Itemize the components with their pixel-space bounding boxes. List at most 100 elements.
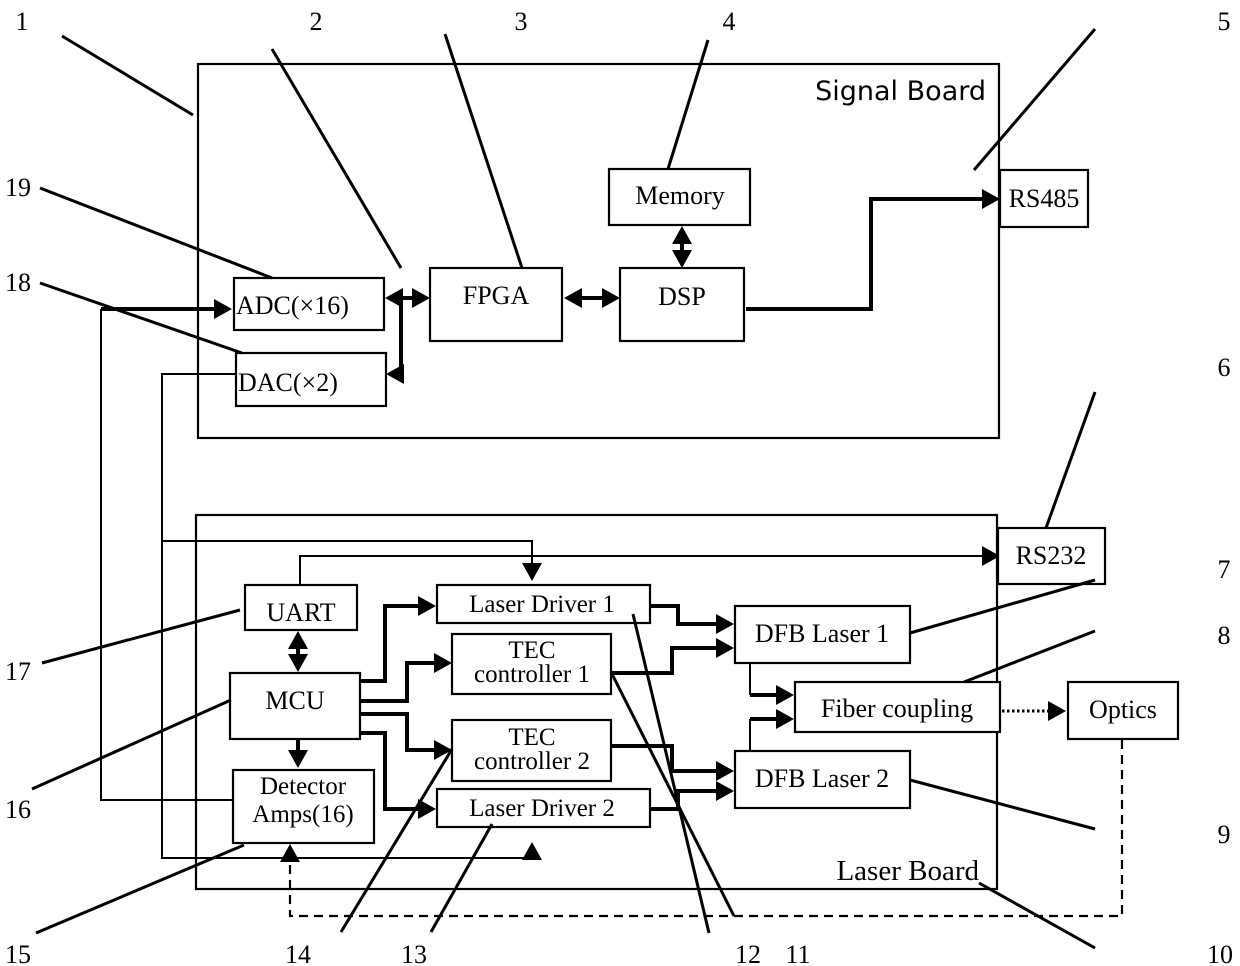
- laser-driver-2-block[interactable]: Laser Driver 2: [435, 787, 652, 829]
- rs232-block[interactable]: RS232: [996, 526, 1107, 586]
- arrowhead: [716, 638, 734, 658]
- rs485-block[interactable]: RS485: [998, 168, 1090, 229]
- callout-8: 8: [1218, 621, 1231, 650]
- callout-1: 1: [16, 7, 29, 36]
- optics-block[interactable]: Optics: [1066, 680, 1180, 741]
- arrowhead: [776, 685, 794, 705]
- mcu-to-laser-driver-1-wire: [360, 604, 420, 683]
- tec-2-to-dfb-2-wire: [608, 744, 718, 773]
- laser-driver-2-to-dfb-2-wire: [650, 789, 718, 811]
- fiber-coupling-block[interactable]: Fiber coupling: [793, 680, 1002, 734]
- callout-11: 11: [785, 940, 810, 966]
- dfb-laser-1-block[interactable]: DFB Laser 1: [733, 604, 912, 665]
- dsp-block[interactable]: DSP: [618, 266, 746, 343]
- callout-12: 12: [735, 940, 761, 966]
- memory-label: Memory: [635, 181, 725, 210]
- callout-5: 5: [1218, 7, 1231, 36]
- callout-4: 4: [723, 7, 736, 36]
- tec-2-label-line2: controller 2: [474, 748, 590, 775]
- uart-label: UART: [266, 598, 335, 627]
- uart-block[interactable]: UART: [243, 583, 359, 632]
- laser-driver-2-label: Laser Driver 2: [469, 795, 615, 822]
- callout-10: 10: [1207, 940, 1233, 966]
- callout-13: 13: [401, 940, 427, 966]
- arrowhead: [280, 844, 300, 862]
- arrowhead: [412, 288, 430, 308]
- callout-2: 2: [310, 7, 323, 36]
- callout-17: 17: [5, 657, 31, 686]
- signal-board-label: Signal Board: [815, 76, 986, 107]
- dsp-label: DSP: [658, 282, 706, 311]
- uart-to-rs232-wire: [299, 555, 984, 584]
- fpga-dac-bus: [392, 298, 403, 376]
- tec-1-label-line1: TEC: [508, 637, 555, 664]
- leader-18: [39, 281, 243, 355]
- laser-driver-1-to-dfb-1-wire: [650, 604, 718, 626]
- fpga-label: FPGA: [463, 281, 530, 310]
- memory-block[interactable]: Memory: [607, 167, 752, 227]
- callout-15: 15: [5, 940, 31, 966]
- arrowhead: [1048, 701, 1066, 721]
- arrowhead: [522, 563, 542, 581]
- callout-7: 7: [1218, 555, 1231, 584]
- optics-label: Optics: [1089, 695, 1157, 724]
- arrowhead: [672, 226, 692, 244]
- detector-label-line1: Detector: [260, 773, 347, 800]
- arrowhead: [385, 288, 403, 308]
- arrowhead: [602, 288, 620, 308]
- arrowhead: [672, 250, 692, 268]
- arrowhead: [564, 288, 582, 308]
- tec-controller-2-block[interactable]: TEC controller 2: [450, 718, 613, 783]
- rs485-label: RS485: [1009, 184, 1080, 213]
- arrowhead: [386, 364, 404, 384]
- callout-14: 14: [285, 940, 311, 966]
- arrowhead: [716, 614, 734, 634]
- dsp-to-rs485-wire: [746, 197, 984, 311]
- mcu-block[interactable]: MCU: [228, 671, 362, 741]
- tec-1-to-dfb-1-wire: [608, 646, 718, 675]
- callout-19: 19: [5, 173, 31, 202]
- leader-6: [1044, 391, 1097, 529]
- detector-amps-block[interactable]: Detector Amps(16): [231, 768, 376, 845]
- callout-16: 16: [5, 795, 31, 824]
- arrowhead: [522, 842, 542, 860]
- arrowhead: [288, 750, 308, 768]
- callout-3: 3: [515, 7, 528, 36]
- tec-1-label-line2: controller 1: [474, 661, 590, 688]
- laser-board-label: Laser Board: [836, 855, 979, 887]
- tec-2-label-line1: TEC: [508, 724, 555, 751]
- leader-2: [270, 48, 403, 269]
- detector-to-adc-wire: [100, 309, 233, 801]
- fpga-block[interactable]: FPGA: [428, 266, 564, 343]
- callout-9: 9: [1218, 820, 1231, 849]
- arrowhead: [214, 299, 232, 319]
- arrowhead: [982, 189, 1000, 209]
- laser-driver-1-block[interactable]: Laser Driver 1: [435, 583, 652, 625]
- mcu-label: MCU: [265, 686, 324, 715]
- leader-9: [909, 778, 1096, 831]
- arrowhead: [434, 740, 452, 760]
- fiber-coupling-label: Fiber coupling: [821, 694, 973, 723]
- leader-1: [61, 34, 194, 117]
- rs232-label: RS232: [1016, 541, 1087, 570]
- leader-4: [666, 39, 710, 170]
- arrowhead: [418, 596, 436, 616]
- dfb-laser-2-label: DFB Laser 2: [755, 764, 889, 793]
- leader-8: [963, 629, 1096, 684]
- dac-block[interactable]: DAC(×2): [234, 351, 388, 408]
- adc-label: ADC(×16): [236, 291, 349, 320]
- leader-3: [443, 33, 524, 269]
- arrowhead: [716, 761, 734, 781]
- dac-label: DAC(×2): [238, 368, 338, 397]
- arrowhead: [434, 653, 452, 673]
- leader-16: [31, 698, 232, 791]
- dfb-laser-2-block[interactable]: DFB Laser 2: [733, 749, 912, 810]
- block-diagram: Signal Board Laser Board ADC(×16) DAC(×2…: [5, 7, 1233, 966]
- laser-driver-1-label: Laser Driver 1: [469, 591, 615, 618]
- leader-5: [972, 28, 1097, 171]
- arrowhead: [288, 631, 308, 649]
- callout-18: 18: [5, 268, 31, 297]
- adc-block[interactable]: ADC(×16): [232, 276, 386, 332]
- dfb-laser-1-label: DFB Laser 1: [755, 619, 889, 648]
- tec-controller-1-block[interactable]: TEC controller 1: [450, 632, 613, 696]
